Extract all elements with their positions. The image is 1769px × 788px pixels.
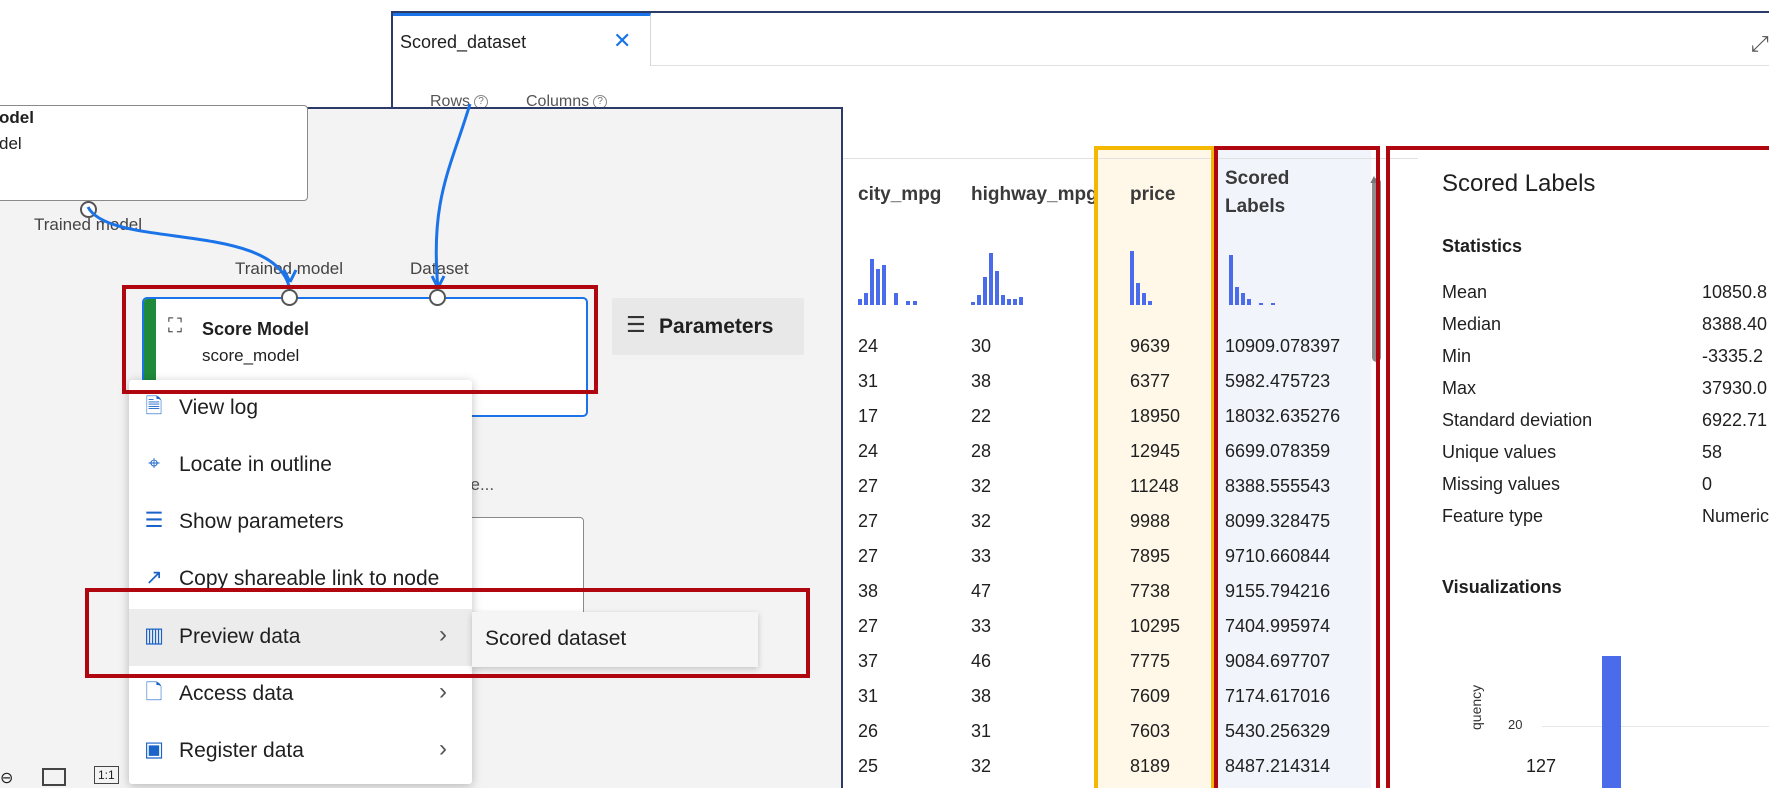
table-cell: 17	[858, 406, 879, 426]
price-highlight-frame	[1094, 146, 1215, 788]
menu-item-label: Show parameters	[179, 510, 344, 533]
file-lock-icon: 🗋	[145, 681, 163, 704]
table-cell: 38	[971, 371, 992, 391]
record-count: 127	[1526, 756, 1557, 776]
score-node-highlight-frame	[122, 285, 598, 394]
table-cell: 28	[971, 441, 992, 461]
table-cell: 27	[858, 546, 879, 566]
menu-item-register-data[interactable]: ▣ Register data ›	[129, 723, 472, 780]
table-cell: 46	[971, 651, 992, 671]
table-cell: 22	[971, 406, 992, 426]
parameters-button[interactable]: ☰ Parameters	[612, 298, 804, 355]
menu-item-locate-in-outline[interactable]: ⌖ Locate in outline	[129, 437, 472, 494]
stats-highlight-frame	[1386, 146, 1769, 788]
table-cell: 47	[971, 581, 992, 601]
table-cell: 38	[858, 581, 879, 601]
table-cell: 25	[858, 756, 879, 776]
histogram-highway-mpg	[971, 245, 1041, 305]
sliders-icon: ☰	[626, 312, 646, 337]
scored-labels-highlight-frame	[1214, 146, 1380, 788]
table-cell: 27	[858, 511, 879, 531]
zoom-out-icon[interactable]: ⊖	[0, 768, 13, 788]
col-header-city-mpg[interactable]: city_mpg	[858, 181, 941, 209]
table-cell: 31	[858, 686, 879, 706]
table-cell: 31	[858, 371, 879, 391]
parameters-label: Parameters	[659, 315, 774, 338]
document-icon: 🗎	[145, 395, 163, 418]
expand-icon[interactable]: ⤢	[1751, 31, 1769, 57]
menu-item-label: Locate in outline	[179, 453, 332, 476]
table-cell: 32	[971, 756, 992, 776]
sliders-icon: ☰	[144, 509, 164, 532]
fit-screen-icon[interactable]	[42, 768, 66, 786]
table-cell: 24	[858, 336, 879, 356]
histogram-city-mpg	[858, 245, 928, 305]
context-menu: 🗎 View log ⌖ Locate in outline ☰ Show pa…	[129, 380, 472, 784]
chevron-right-icon: ›	[439, 678, 447, 705]
table-cell: 37	[858, 651, 879, 671]
menu-item-label: Register data	[179, 739, 304, 762]
table-cell: 27	[858, 476, 879, 496]
menu-item-label: View log	[179, 396, 258, 419]
table-cell: 30	[971, 336, 992, 356]
chevron-right-icon: ›	[439, 735, 447, 762]
preview-data-highlight-frame	[85, 588, 810, 678]
table-cell: 33	[971, 546, 992, 566]
col-header-highway-mpg[interactable]: highway_mpg	[971, 181, 1098, 209]
table-cell: 31	[971, 721, 992, 741]
table-cell: 27	[858, 616, 879, 636]
locate-icon: ⌖	[148, 452, 160, 475]
table-cell: 33	[971, 616, 992, 636]
table-cell: 24	[858, 441, 879, 461]
table-cell: 26	[858, 721, 879, 741]
table-cell: 32	[971, 511, 992, 531]
menu-item-label: Access data	[179, 682, 294, 705]
table-cell: 38	[971, 686, 992, 706]
zoom-reset-button[interactable]: 1:1	[94, 766, 119, 784]
table-cell: 32	[971, 476, 992, 496]
save-icon: ▣	[144, 738, 164, 761]
menu-item-show-parameters[interactable]: ☰ Show parameters	[129, 494, 472, 551]
